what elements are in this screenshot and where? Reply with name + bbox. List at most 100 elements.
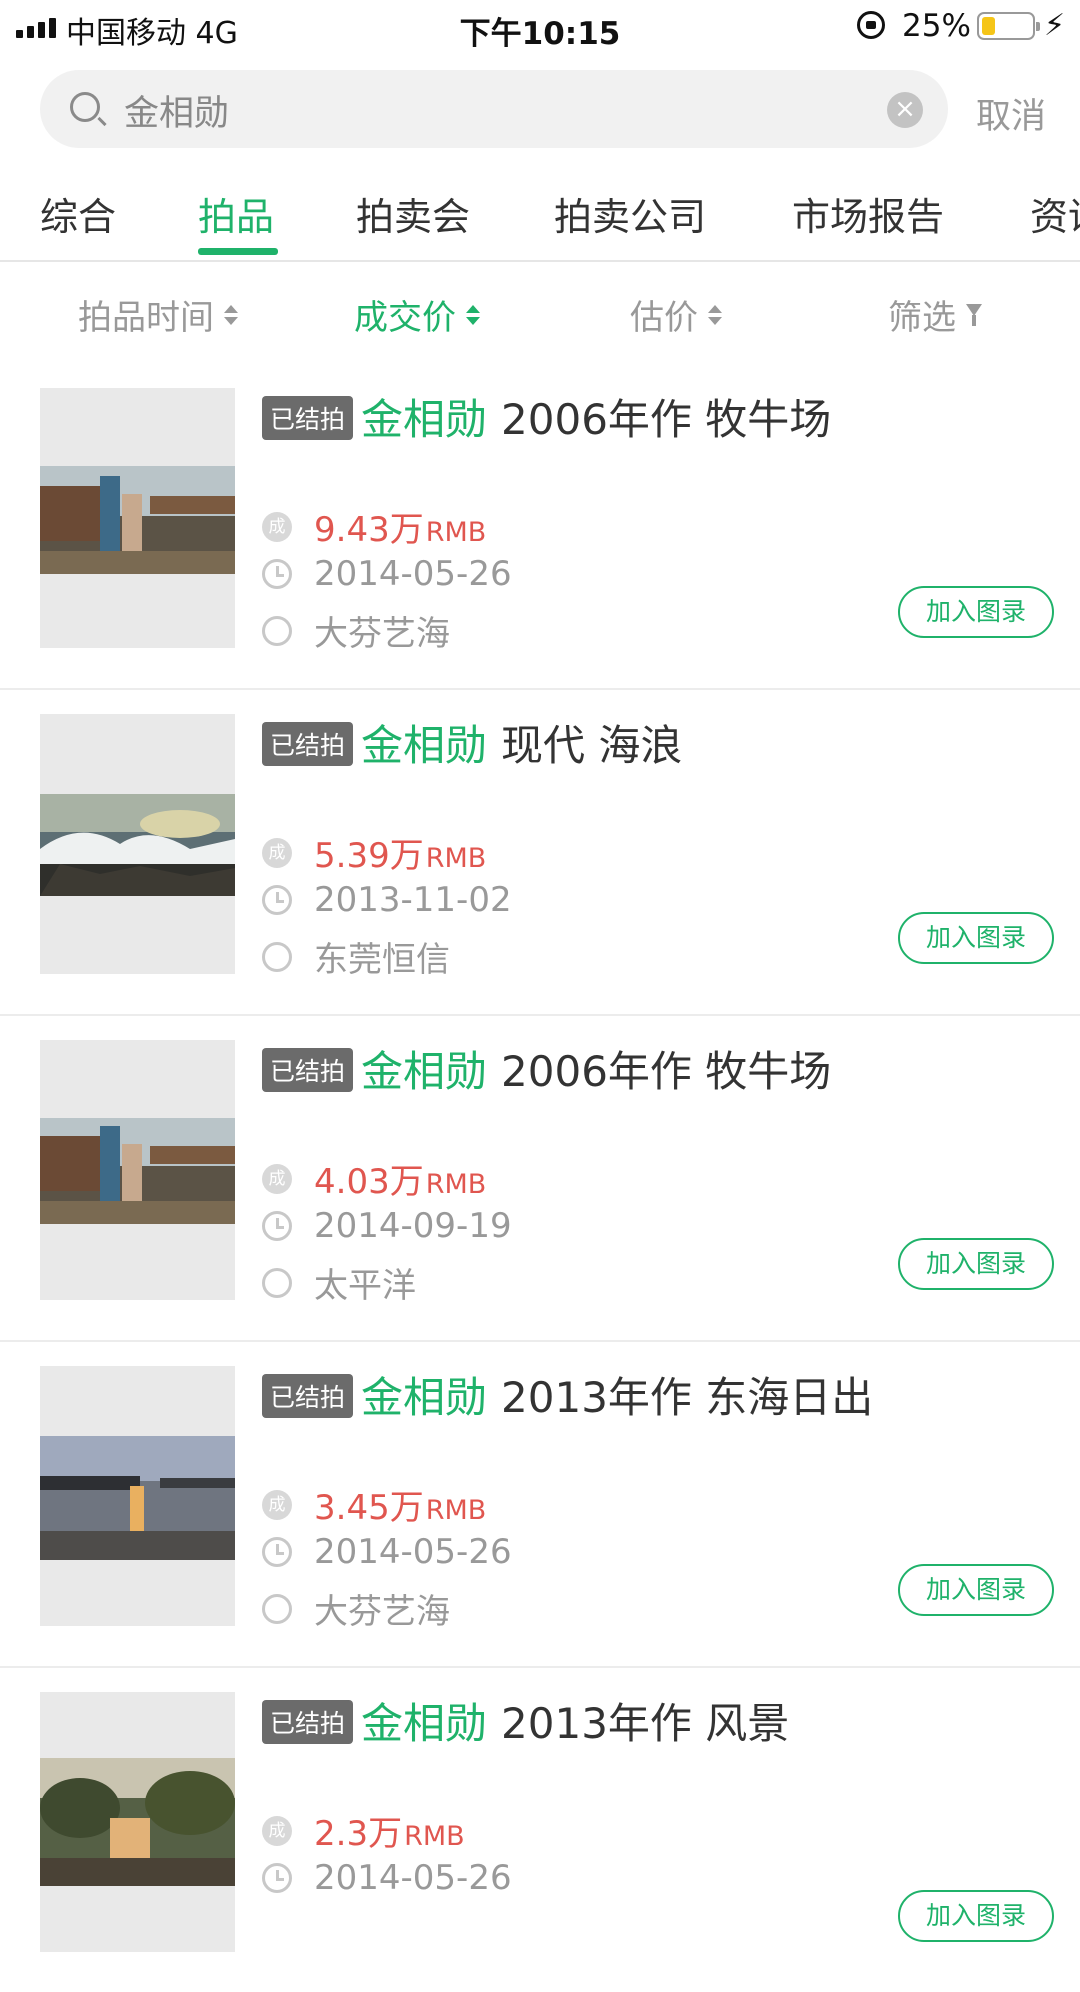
painting-landscape	[40, 1758, 235, 1886]
search-icon	[70, 92, 100, 122]
clock-icon	[262, 885, 292, 915]
add-to-catalog-button[interactable]: 加入图录	[898, 586, 1054, 638]
hammer-price: 9.43万RMB	[314, 510, 487, 550]
lot-name: 2013年作 风景	[501, 1699, 790, 1748]
house-row: 大芬艺海	[262, 1584, 450, 1633]
auction-house-icon	[262, 615, 292, 646]
artist-name[interactable]: 金相勋	[361, 1699, 487, 1748]
add-to-catalog-button[interactable]: 加入图录	[898, 1890, 1054, 1942]
tab-general[interactable]: 综合	[40, 186, 116, 241]
price-row: 成 9.43万RMB	[262, 502, 486, 551]
list-item[interactable]: 已结拍 金相勋 2013年作 东海日出 成 3.45万RMB 2014-05-26 …	[0, 1340, 1080, 1668]
deal-icon: 成	[262, 837, 292, 868]
sort-time-label: 拍品时间	[78, 298, 214, 338]
active-tab-indicator	[198, 248, 278, 255]
lot-name: 现代 海浪	[501, 721, 683, 770]
deal-icon: 成	[262, 1489, 292, 1520]
painting-cattle-ranch	[40, 1118, 235, 1224]
list-item[interactable]: 已结拍 金相勋 2013年作 风景 成 2.3万RMB 2014-05-26 加入图…	[0, 1666, 1080, 1992]
sort-by-estimate[interactable]: 估价	[630, 290, 722, 339]
filter-icon	[966, 303, 982, 326]
price-row: 成 5.39万RMB	[262, 828, 486, 877]
filter-button[interactable]: 筛选	[888, 290, 982, 339]
clock-icon	[262, 559, 292, 589]
auction-date: 2014-05-26	[314, 1858, 512, 1898]
hammer-price: 5.39万RMB	[314, 836, 487, 876]
orientation-lock-icon	[857, 11, 885, 39]
lot-title: 已结拍 金相勋 2013年作 风景	[262, 1690, 789, 1751]
category-tabs: 综合 拍品 拍卖会 拍卖公司 市场报告 资讯	[0, 180, 1080, 262]
auction-house: 太平洋	[314, 1266, 416, 1306]
price-row: 成 3.45万RMB	[262, 1480, 486, 1529]
sort-by-time[interactable]: 拍品时间	[78, 290, 238, 339]
tab-auction-houses[interactable]: 拍卖公司	[554, 186, 706, 241]
auction-house: 大芬艺海	[314, 614, 450, 654]
artist-name[interactable]: 金相勋	[361, 395, 487, 444]
battery-percent: 25%	[902, 8, 971, 44]
clock-icon	[262, 1211, 292, 1241]
add-to-catalog-button[interactable]: 加入图录	[898, 912, 1054, 964]
status-badge: 已结拍	[262, 396, 354, 440]
tab-lots[interactable]: 拍品	[198, 186, 274, 241]
sort-by-price[interactable]: 成交价	[354, 290, 480, 339]
filter-label: 筛选	[888, 298, 956, 338]
auction-house-icon	[262, 1267, 292, 1298]
auction-house: 大芬艺海	[314, 1592, 450, 1632]
hammer-price: 3.45万RMB	[314, 1488, 487, 1528]
auction-house: 东莞恒信	[314, 940, 450, 980]
status-badge: 已结拍	[262, 1374, 354, 1418]
sort-price-label: 成交价	[354, 298, 456, 338]
deal-icon: 成	[262, 511, 292, 542]
date-row: 2014-09-19	[262, 1206, 512, 1246]
price-row: 成 4.03万RMB	[262, 1154, 486, 1203]
status-bar: 中国移动 4G 下午10:15 25% ⚡	[0, 0, 1080, 54]
tab-market-reports[interactable]: 市场报告	[792, 186, 944, 241]
sort-estimate-label: 估价	[630, 298, 698, 338]
clock-icon	[262, 1537, 292, 1567]
search-input[interactable]	[122, 80, 886, 140]
painting-east-sea-sunrise	[40, 1436, 235, 1560]
list-item[interactable]: 已结拍 金相勋 现代 海浪 成 5.39万RMB 2013-11-02 东莞恒信 加…	[0, 688, 1080, 1016]
hammer-price: 4.03万RMB	[314, 1162, 487, 1202]
tab-auctions[interactable]: 拍卖会	[356, 186, 470, 241]
list-item[interactable]: 已结拍 金相勋 2006年作 牧牛场 成 4.03万RMB 2014-09-19 太…	[0, 1014, 1080, 1342]
status-badge: 已结拍	[262, 1048, 354, 1092]
lot-title: 已结拍 金相勋 2006年作 牧牛场	[262, 386, 831, 447]
status-badge: 已结拍	[262, 1700, 354, 1744]
add-to-catalog-button[interactable]: 加入图录	[898, 1238, 1054, 1290]
artist-name[interactable]: 金相勋	[361, 1047, 487, 1096]
list-item[interactable]: 已结拍 金相勋 2006年作 牧牛场 成 9.43万RMB 2014-05-26 大…	[0, 362, 1080, 690]
auction-house-icon	[262, 941, 292, 972]
date-row: 2014-05-26	[262, 1858, 512, 1898]
lot-name: 2006年作 牧牛场	[501, 1047, 832, 1096]
hammer-price: 2.3万RMB	[314, 1814, 465, 1854]
artwork-thumbnail	[40, 1692, 235, 1952]
add-to-catalog-button[interactable]: 加入图录	[898, 1564, 1054, 1616]
sort-bar: 拍品时间 成交价 估价 筛选	[0, 262, 1080, 362]
search-bar: ×	[40, 70, 948, 148]
house-row: 东莞恒信	[262, 932, 450, 981]
price-row: 成 2.3万RMB	[262, 1806, 465, 1855]
artwork-thumbnail	[40, 1040, 235, 1300]
house-row: 太平洋	[262, 1258, 416, 1307]
auction-date: 2014-05-26	[314, 1532, 512, 1572]
artwork-thumbnail	[40, 714, 235, 974]
lot-name: 2006年作 牧牛场	[501, 395, 832, 444]
artist-name[interactable]: 金相勋	[361, 1373, 487, 1422]
house-row: 大芬艺海	[262, 606, 450, 655]
artwork-thumbnail	[40, 1366, 235, 1626]
deal-icon: 成	[262, 1163, 292, 1194]
auction-house-icon	[262, 1593, 292, 1624]
tab-news[interactable]: 资讯	[1030, 186, 1080, 241]
lot-title: 已结拍 金相勋 2013年作 东海日出	[262, 1364, 873, 1425]
clear-search-icon[interactable]: ×	[887, 92, 923, 128]
sort-arrows-icon	[224, 304, 238, 325]
painting-cattle-ranch	[40, 466, 235, 574]
sort-arrows-icon	[708, 304, 722, 325]
clock-icon	[262, 1863, 292, 1893]
date-row: 2014-05-26	[262, 1532, 512, 1572]
battery-icon	[977, 12, 1040, 40]
charging-icon: ⚡	[1044, 8, 1066, 43]
cancel-button[interactable]: 取消	[976, 88, 1046, 139]
artist-name[interactable]: 金相勋	[361, 721, 487, 770]
